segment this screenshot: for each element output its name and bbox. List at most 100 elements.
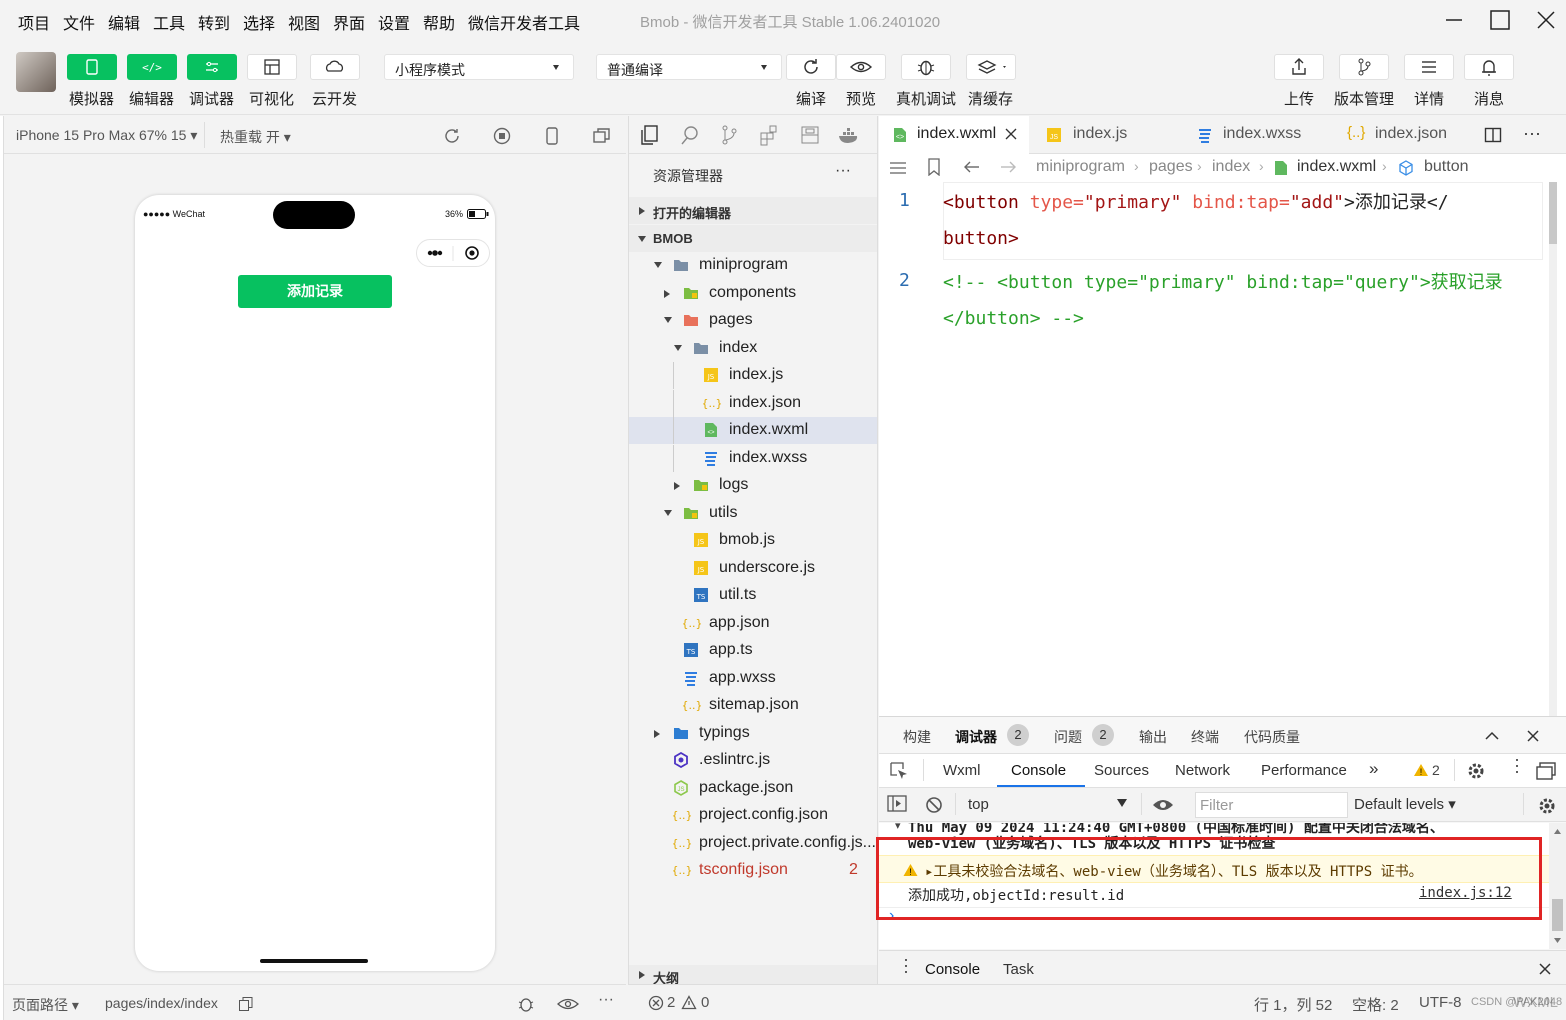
more-icon[interactable]: ··· xyxy=(1523,123,1541,144)
eye-icon[interactable] xyxy=(1152,797,1174,813)
clear-console-icon[interactable] xyxy=(925,796,943,814)
gear-icon[interactable] xyxy=(1466,761,1486,781)
close-icon[interactable] xyxy=(1539,963,1551,975)
phone-icon[interactable] xyxy=(542,126,562,146)
scroll-up-icon[interactable] xyxy=(1553,827,1562,835)
tab-build[interactable]: 构建 xyxy=(903,727,931,747)
cursor-position[interactable]: 行 1，列 52 xyxy=(1254,994,1332,1015)
crumb-index[interactable]: index xyxy=(1212,158,1250,176)
tree-item[interactable]: miniprogram xyxy=(629,252,877,279)
kebab-menu-icon[interactable]: ··· xyxy=(896,957,917,975)
tree-item[interactable]: {..} sitemap.json xyxy=(629,692,877,719)
tree-item[interactable]: {..} tsconfig.json 2 xyxy=(629,857,877,884)
eye-icon[interactable] xyxy=(556,994,580,1014)
indent-spaces[interactable]: 空格: 2 xyxy=(1352,994,1399,1015)
devtab-sources[interactable]: Sources xyxy=(1094,762,1149,779)
search-icon[interactable] xyxy=(679,124,701,146)
mode-select[interactable]: 小程序模式 xyxy=(384,54,574,80)
crumb-pages[interactable]: pages xyxy=(1149,158,1193,176)
chevron-down-icon[interactable] xyxy=(664,509,672,516)
clear-cache-button[interactable] xyxy=(966,54,1016,80)
tab-debugger[interactable]: 调试器 xyxy=(955,727,997,747)
device-select[interactable]: iPhone 15 Pro Max 67% 15 ▾ xyxy=(16,127,197,144)
tree-item[interactable]: {..} project.private.config.js... xyxy=(629,830,877,857)
compile-select[interactable]: 普通编译 xyxy=(596,54,782,80)
tab-problems[interactable]: 问题 xyxy=(1054,727,1082,747)
arrow-left-icon[interactable] xyxy=(963,159,981,175)
tree-item[interactable]: .eslintrc.js xyxy=(629,747,877,774)
menu-wechat-devtools[interactable]: 微信开发者工具 xyxy=(468,10,580,34)
hot-reload-toggle[interactable]: 热重载 开 ▾ xyxy=(220,127,291,147)
tree-item[interactable]: <> index.wxml xyxy=(629,417,877,444)
warning-icon[interactable] xyxy=(681,995,697,1011)
version-control-button[interactable] xyxy=(1339,54,1389,80)
page-path-label[interactable]: 页面路径 ▾ xyxy=(12,995,79,1015)
add-record-button[interactable]: 添加记录 xyxy=(238,275,392,308)
chevron-down-icon[interactable] xyxy=(674,344,682,351)
menu-help[interactable]: 帮助 xyxy=(423,10,455,34)
capsule-menu[interactable] xyxy=(416,239,490,267)
menu-interface[interactable]: 界面 xyxy=(333,10,365,34)
menu-file[interactable]: 文件 xyxy=(63,10,95,34)
tree-item[interactable]: {..} app.json xyxy=(629,610,877,637)
error-icon[interactable] xyxy=(648,995,664,1011)
tree-item[interactable]: components xyxy=(629,280,877,307)
docker-icon[interactable] xyxy=(837,124,861,146)
copy-icon[interactable] xyxy=(238,996,254,1012)
close-icon[interactable] xyxy=(1005,128,1017,140)
bug-icon[interactable] xyxy=(516,994,536,1014)
menu-edit[interactable]: 编辑 xyxy=(108,10,140,34)
chevron-down-icon[interactable] xyxy=(654,262,662,268)
compile-button[interactable] xyxy=(786,54,836,80)
tree-item[interactable]: {..} project.config.json xyxy=(629,802,877,829)
chevron-right-icon[interactable] xyxy=(654,729,660,738)
scroll-down-icon[interactable] xyxy=(1553,937,1562,945)
warning-count[interactable]: 0 xyxy=(701,994,709,1011)
menu-goto[interactable]: 转到 xyxy=(198,10,230,34)
storage-icon[interactable] xyxy=(799,124,821,146)
editor-scrollbar[interactable] xyxy=(1549,182,1557,716)
tree-item[interactable]: utils xyxy=(629,500,877,527)
chevron-down-icon[interactable] xyxy=(664,317,672,323)
tab-index-wxml[interactable]: <> index.wxml xyxy=(879,116,1029,154)
context-select[interactable]: top xyxy=(968,796,989,813)
log-levels-select[interactable]: Default levels ▾ xyxy=(1354,795,1456,813)
details-button[interactable] xyxy=(1404,54,1454,80)
tree-item[interactable]: app.wxss xyxy=(629,665,877,692)
close-icon[interactable] xyxy=(1527,730,1539,742)
filter-input[interactable]: Filter xyxy=(1195,792,1348,818)
scrollbar-thumb[interactable] xyxy=(1552,899,1563,931)
devtab-console[interactable]: Console xyxy=(1011,762,1066,779)
close-window-icon[interactable] xyxy=(1534,8,1558,32)
maximize-icon[interactable] xyxy=(1488,8,1512,32)
more-icon[interactable]: ··· xyxy=(598,991,614,1009)
tab-code-quality[interactable]: 代码质量 xyxy=(1244,727,1300,747)
extensions-icon[interactable] xyxy=(759,124,781,146)
debugger-toggle-button[interactable] xyxy=(187,54,237,80)
tree-item[interactable]: TS util.ts xyxy=(629,582,877,609)
source-control-icon[interactable] xyxy=(719,124,741,146)
tree-item[interactable]: logs xyxy=(629,472,877,499)
tab-index-json[interactable]: {..} index.json xyxy=(1329,116,1479,154)
drawer-tab-console[interactable]: Console xyxy=(925,961,980,978)
file-encoding[interactable]: UTF-8 xyxy=(1419,994,1462,1011)
menu-settings[interactable]: 设置 xyxy=(378,10,410,34)
menu-select[interactable]: 选择 xyxy=(243,10,275,34)
tree-item[interactable]: typings xyxy=(629,720,877,747)
menu-tools[interactable]: 工具 xyxy=(153,10,185,34)
bookmark-icon[interactable] xyxy=(927,158,941,176)
tab-index-js[interactable]: JS index.js xyxy=(1029,116,1179,154)
menu-project[interactable]: 项目 xyxy=(18,10,50,34)
simulator-toggle-button[interactable] xyxy=(67,54,117,80)
chevron-down-icon[interactable]: ▾ xyxy=(895,823,901,832)
project-section[interactable]: BMOB xyxy=(629,225,877,252)
tab-index-wxss[interactable]: index.wxss xyxy=(1179,116,1329,154)
minimize-icon[interactable] xyxy=(1442,8,1466,32)
chevron-down-icon[interactable] xyxy=(1117,799,1127,807)
avatar[interactable] xyxy=(16,52,56,92)
list-icon[interactable] xyxy=(889,160,907,176)
tree-item[interactable]: JS bmob.js xyxy=(629,527,877,554)
editor-toggle-button[interactable]: </> xyxy=(127,54,177,80)
tree-item[interactable]: {..} index.json xyxy=(629,389,877,417)
language-mode[interactable]: WXML xyxy=(1513,994,1558,1011)
